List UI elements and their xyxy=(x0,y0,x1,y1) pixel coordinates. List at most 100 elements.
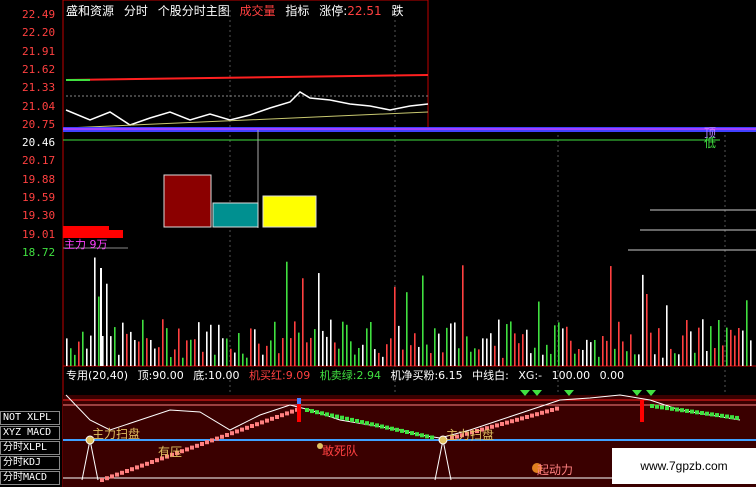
ind-green-dot xyxy=(410,431,414,436)
volume-bar xyxy=(290,338,292,366)
ind-pink-dot xyxy=(190,445,194,450)
volume-bar xyxy=(502,357,504,366)
volume-bar xyxy=(450,323,452,366)
ind-green-dot xyxy=(305,408,309,412)
volume-bar xyxy=(522,334,524,366)
volume-bar xyxy=(166,328,168,366)
indicator-button[interactable]: 分时MACD xyxy=(0,471,60,485)
volume-bar xyxy=(558,322,560,366)
block-teal xyxy=(212,202,259,228)
volume-bar xyxy=(250,328,252,366)
ind-green-dot xyxy=(665,406,669,411)
volume-bar xyxy=(286,261,288,366)
ind-pink-dot xyxy=(120,470,124,475)
ind-pink-dot xyxy=(530,413,534,418)
ind-green-dot xyxy=(360,420,364,425)
volume-bar xyxy=(438,333,440,366)
volume-bar xyxy=(190,339,192,366)
indicator-button[interactable]: 分时KDJ xyxy=(0,456,60,470)
volume-bar xyxy=(614,348,616,366)
ind-green-dot xyxy=(380,424,384,429)
volume-bar xyxy=(690,331,692,366)
main-force-label: 主力 9万 xyxy=(64,236,108,252)
ind-green-dot xyxy=(650,404,654,408)
indicator-header: 专用(20,40) 顶:90.00 底:10.00 机买红:9.09 机卖绿:2… xyxy=(66,367,630,383)
ind-green-dot xyxy=(690,409,694,414)
ind-green-dot xyxy=(325,412,329,417)
volume-bar xyxy=(170,357,172,366)
volume-bar xyxy=(390,338,392,366)
volume-bar xyxy=(470,351,472,366)
ind-green-dot xyxy=(420,433,424,438)
volume-bar xyxy=(330,319,332,366)
ind-net: 机净买粉:6.15 xyxy=(390,369,463,382)
ind-pink-dot xyxy=(270,416,274,421)
volume-bar xyxy=(218,324,220,366)
ind-red-marker-2 xyxy=(640,400,644,422)
block-yellow xyxy=(262,195,317,228)
volume-bar xyxy=(718,320,720,366)
volume-bar xyxy=(114,327,116,366)
volume-bar xyxy=(234,352,236,366)
volume-bar xyxy=(578,349,580,366)
ind-pink-dot xyxy=(255,422,259,427)
volume-bar xyxy=(734,335,736,366)
price-tick-label: 21.62 xyxy=(22,62,56,76)
ind-green-dot xyxy=(350,417,354,422)
volume-bar xyxy=(722,345,724,366)
chart-canvas[interactable] xyxy=(0,0,756,487)
volume-bar xyxy=(574,353,576,366)
ind-green-dot xyxy=(705,411,709,416)
volume-bar xyxy=(702,319,704,366)
volume-bar xyxy=(154,348,156,366)
ind-green-dot xyxy=(385,425,389,430)
ind-green-dot xyxy=(330,413,334,418)
ind-extra: 100.00 xyxy=(551,369,591,382)
volume-bar xyxy=(402,349,404,366)
tab-intraday[interactable]: 分时 xyxy=(124,4,148,18)
volume-bar xyxy=(122,322,124,366)
ind-pink-dot xyxy=(105,476,109,481)
price-tick-label: 22.49 xyxy=(22,8,56,21)
ind-green-dot xyxy=(700,411,704,415)
volume-bar xyxy=(334,342,336,366)
indicator-button[interactable]: NOT XLPL xyxy=(0,411,60,425)
volume-bar xyxy=(446,327,448,366)
tab-indicator[interactable]: 指标 xyxy=(285,4,309,18)
volume-bar xyxy=(658,328,660,366)
volume-bar xyxy=(310,337,312,366)
volume-bar xyxy=(266,345,268,366)
ind-prefix: 专用(20,40) xyxy=(66,369,129,382)
volume-bar xyxy=(518,343,520,366)
volume-bar xyxy=(654,354,656,366)
volume-bar xyxy=(466,336,468,366)
indicator-button[interactable]: XYZ MACD xyxy=(0,426,60,440)
volume-bar xyxy=(686,320,688,366)
ind-pink-dot xyxy=(290,409,294,414)
volume-bar xyxy=(322,330,324,366)
indicator-button[interactable]: 分时XLPL xyxy=(0,441,60,455)
volume-bar xyxy=(662,357,664,366)
volume-bar xyxy=(194,339,196,366)
volume-bar xyxy=(346,324,348,366)
volume-bar xyxy=(454,322,456,366)
tab-main-chart[interactable]: 个股分时主图 xyxy=(158,4,230,18)
ind-pink-dot xyxy=(525,415,529,419)
ind-green-dot xyxy=(340,415,344,420)
volume-bar xyxy=(458,348,460,366)
tab-volume[interactable]: 成交量 xyxy=(240,4,276,18)
volume-bar xyxy=(474,348,476,366)
volume-bar xyxy=(86,348,88,366)
volume-bar xyxy=(510,321,512,366)
price-tick-label: 21.91 xyxy=(22,44,56,58)
ind-pink-dot xyxy=(225,433,229,437)
volume-bar xyxy=(482,338,484,366)
ind-bottom-label: 底:10.00 xyxy=(193,369,240,382)
volume-bar xyxy=(90,335,92,366)
volume-bar xyxy=(270,340,272,366)
main-force-title: 主力 xyxy=(64,238,86,251)
volume-bar xyxy=(182,357,184,366)
ind-pink-dot xyxy=(555,406,559,411)
volume-bar xyxy=(102,335,104,366)
volume-bar xyxy=(306,342,308,366)
